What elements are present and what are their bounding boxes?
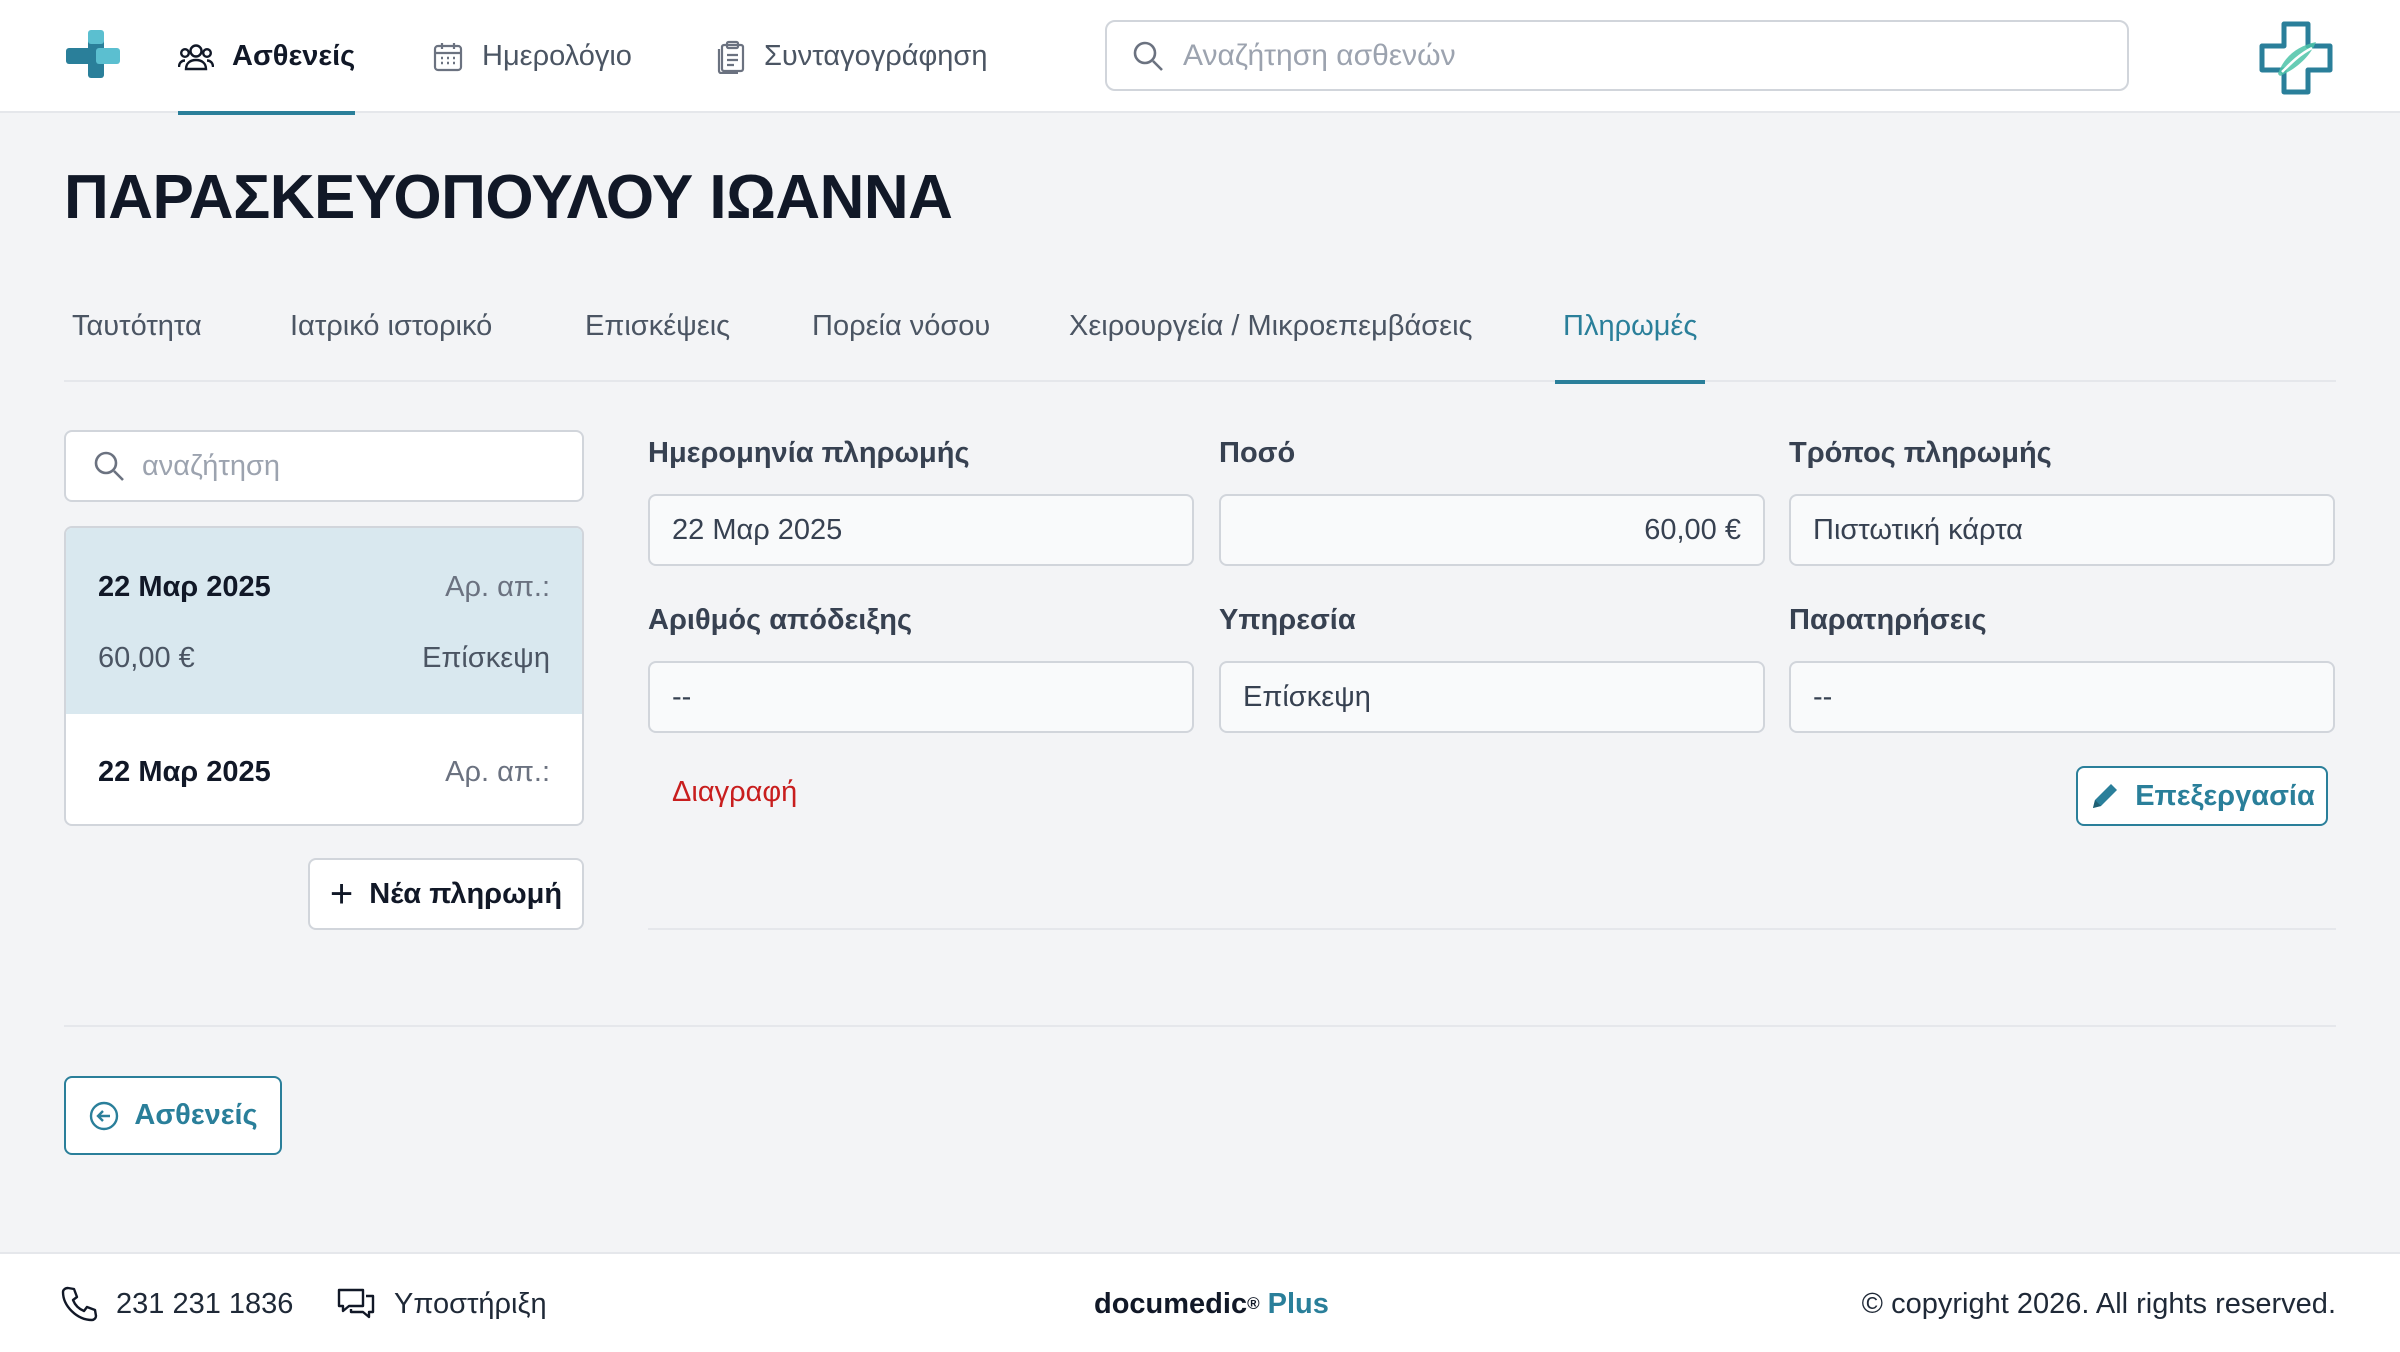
tab-label: Πληρωμές xyxy=(1563,310,1698,342)
service-label: Υπηρεσία xyxy=(1219,604,1356,636)
new-payment-button[interactable]: + Νέα πληρωμή xyxy=(308,858,584,930)
amount-label: Ποσό xyxy=(1219,437,1296,469)
footer-copyright-text: © copyright 2026. All rights reserved. xyxy=(1861,1287,2336,1320)
plus-icon: + xyxy=(329,872,354,916)
tab-label: Ιατρικό ιστορικό xyxy=(290,310,493,342)
nav-item-calendar[interactable]: Ημερολόγιο xyxy=(432,0,632,113)
payment-list: 22 Μαρ 2025 Αρ. απ.: 60,00 € Επίσκεψη 22… xyxy=(64,526,584,826)
tab-visits[interactable]: Επισκέψεις xyxy=(585,290,730,382)
payment-date-field[interactable]: 22 Μαρ 2025 xyxy=(648,494,1194,566)
payment-date: 22 Μαρ 2025 xyxy=(98,756,271,788)
nav-item-label: Ασθενείς xyxy=(232,40,356,72)
payment-date-label: Ημερομηνία πληρωμής xyxy=(648,437,970,469)
receipt-number-label: Αριθμός απόδειξης xyxy=(648,604,913,636)
payment-receipt-number: Αρ. απ.: xyxy=(445,571,550,603)
tab-identity[interactable]: Ταυτότητα xyxy=(72,290,202,382)
back-button-label: Ασθενείς xyxy=(134,1099,258,1131)
patient-search-input[interactable] xyxy=(1183,38,2083,73)
receipt-number-field[interactable]: -- xyxy=(648,661,1194,733)
tab-disease-course[interactable]: Πορεία νόσου xyxy=(812,290,990,382)
search-icon xyxy=(1133,41,1163,71)
notes-field[interactable]: -- xyxy=(1789,661,2335,733)
delete-payment-link[interactable]: Διαγραφή xyxy=(672,776,797,809)
payment-search-box[interactable] xyxy=(64,430,584,502)
back-to-patients-button[interactable]: Ασθενείς xyxy=(64,1076,282,1155)
top-navigation-bar: Ασθενείς Ημερολόγιο Συνταγογράφηση xyxy=(0,0,2400,115)
footer-brand-plus: Plus xyxy=(1267,1287,1329,1320)
active-nav-indicator xyxy=(178,111,356,115)
notes-label: Παρατηρήσεις xyxy=(1789,604,1987,636)
amount-field[interactable]: 60,00 € xyxy=(1219,494,1765,566)
payment-service: Επίσκεψη xyxy=(422,642,550,674)
app-logo-icon[interactable] xyxy=(66,30,122,82)
patient-tabs: Ταυτότητα Ιατρικό ιστορικό Επισκέψεις Πο… xyxy=(64,290,2336,384)
payment-list-item[interactable]: 22 Μαρ 2025 Αρ. απ.: xyxy=(66,714,582,824)
edit-payment-button[interactable]: Επεξεργασία xyxy=(2076,766,2328,826)
section-divider xyxy=(64,1025,2336,1027)
arrow-left-circle-icon xyxy=(90,1101,119,1130)
payment-search-input[interactable] xyxy=(142,449,542,483)
nav-item-patients[interactable]: Ασθενείς xyxy=(178,0,356,115)
footer-brand-name: documedic xyxy=(1094,1287,1248,1320)
tab-payments[interactable]: Πληρωμές xyxy=(1555,290,1706,384)
tab-medical-history[interactable]: Ιατρικό ιστορικό xyxy=(290,290,492,382)
new-payment-label: Νέα πληρωμή xyxy=(369,877,563,910)
footer-phone[interactable]: 231 231 1836 xyxy=(60,1254,293,1352)
phone-icon xyxy=(61,1286,98,1322)
brand-logo-icon[interactable] xyxy=(2258,20,2334,96)
service-field[interactable]: Επίσκεψη xyxy=(1219,661,1765,733)
nav-item-prescription[interactable]: Συνταγογράφηση xyxy=(716,0,987,113)
nav-item-label: Ημερολόγιο xyxy=(482,40,632,72)
edit-button-label: Επεξεργασία xyxy=(2135,779,2315,812)
footer-copyright: © copyright 2026. All rights reserved. xyxy=(1862,1254,2336,1352)
search-icon xyxy=(94,451,124,481)
patient-name-title: ΠΑΡΑΣΚΕΥΟΠΟΥΛΟΥ ΙΩΑΝΝΑ xyxy=(64,163,953,232)
nav-item-label: Συνταγογράφηση xyxy=(764,40,988,72)
chat-bubbles-icon xyxy=(337,1288,375,1319)
active-tab-indicator xyxy=(1555,380,1706,384)
tab-label: Πορεία νόσου xyxy=(812,310,991,342)
payment-receipt-number: Αρ. απ.: xyxy=(445,756,550,788)
form-divider xyxy=(648,928,2336,930)
calendar-icon xyxy=(433,42,463,71)
clipboard-icon xyxy=(717,40,745,74)
payment-date: 22 Μαρ 2025 xyxy=(98,571,271,603)
tab-label: Χειρουργεία / Μικροεπεμβάσεις xyxy=(1069,310,1473,342)
patient-search-box[interactable] xyxy=(1105,20,2129,91)
payment-method-field[interactable]: Πιστωτική κάρτα xyxy=(1789,494,2335,566)
footer-brand: documedic ® Plus xyxy=(1094,1254,1329,1352)
footer-support[interactable]: Υποστήριξη xyxy=(336,1254,547,1352)
footer-phone-number: 231 231 1836 xyxy=(116,1287,294,1320)
footer-support-label: Υποστήριξη xyxy=(394,1287,547,1320)
tab-label: Ταυτότητα xyxy=(72,310,202,342)
users-icon xyxy=(178,43,214,70)
page-footer: 231 231 1836 Υποστήριξη documedic ® Plus … xyxy=(0,1252,2400,1352)
tab-label: Επισκέψεις xyxy=(585,310,731,342)
payment-list-item[interactable]: 22 Μαρ 2025 Αρ. απ.: 60,00 € Επίσκεψη xyxy=(66,528,582,714)
tab-surgeries[interactable]: Χειρουργεία / Μικροεπεμβάσεις xyxy=(1069,290,1473,382)
pencil-icon xyxy=(2093,784,2118,808)
footer-brand-mark: ® xyxy=(1247,1294,1260,1313)
payment-method-label: Τρόπος πληρωμής xyxy=(1789,437,2052,469)
payment-amount: 60,00 € xyxy=(98,642,195,674)
